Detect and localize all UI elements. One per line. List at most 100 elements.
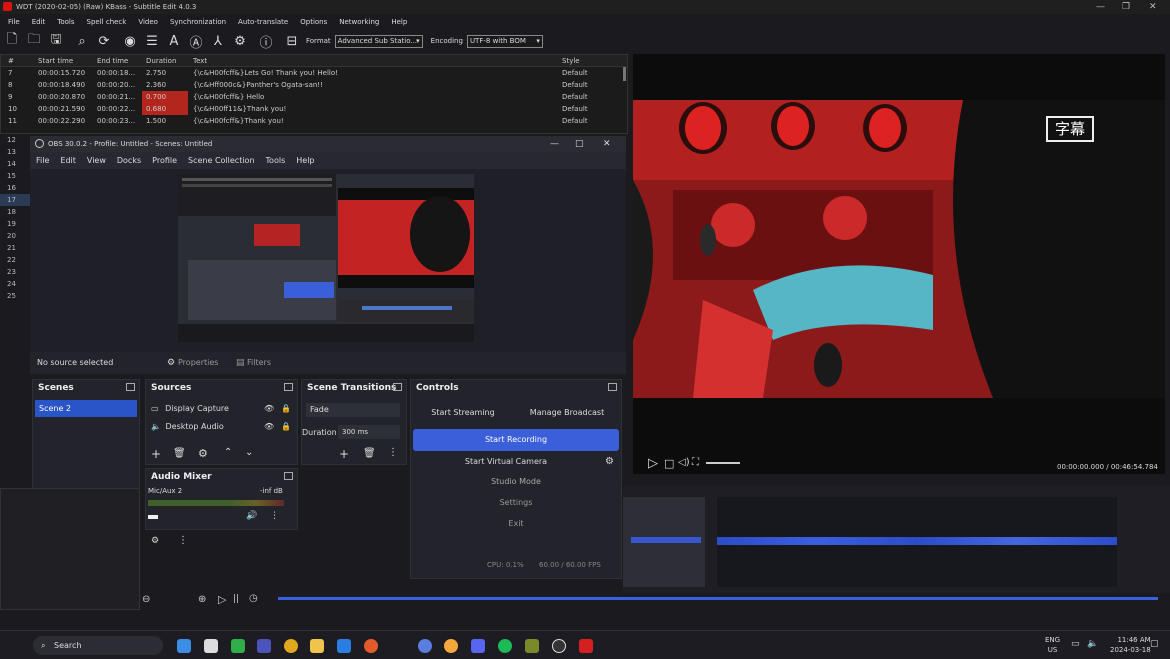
- menu-options[interactable]: Options: [300, 14, 327, 30]
- menu-file[interactable]: File: [8, 14, 20, 30]
- remove-text-icon[interactable]: ⅄: [208, 32, 228, 50]
- mute-icon[interactable]: 🔊: [246, 511, 257, 521]
- table-row[interactable]: 9 00:00:20.870 00:00:21... 0.700 {\c&H00…: [1, 91, 627, 103]
- discord-icon[interactable]: [471, 639, 485, 653]
- undock-icon[interactable]: [284, 383, 293, 391]
- app-icon[interactable]: [525, 639, 539, 653]
- studio-mode-button[interactable]: Studio Mode: [413, 473, 619, 491]
- obs-close-icon[interactable]: ✕: [603, 136, 611, 152]
- waveform-panel[interactable]: [623, 485, 1170, 593]
- stop-icon[interactable]: □: [664, 457, 674, 470]
- speaker-tray-icon[interactable]: 🔈: [1087, 639, 1098, 649]
- filters-button[interactable]: Filters: [247, 352, 271, 374]
- video-frame[interactable]: 字幕: [633, 100, 1165, 398]
- zoom-in-icon[interactable]: ⊕: [198, 594, 206, 605]
- settings-button[interactable]: Settings: [413, 494, 619, 512]
- undock-icon[interactable]: [284, 472, 293, 480]
- eye-icon[interactable]: 👁: [264, 404, 274, 413]
- obs-icon[interactable]: [552, 639, 566, 653]
- timeline-position-bar[interactable]: [278, 597, 1158, 600]
- obs-maximize-icon[interactable]: □: [575, 136, 584, 152]
- menu-help[interactable]: Help: [391, 14, 407, 30]
- menu-tools[interactable]: Tools: [57, 14, 74, 30]
- folder-icon[interactable]: [310, 639, 324, 653]
- spotify-icon[interactable]: [498, 639, 512, 653]
- fullscreen-icon[interactable]: ⛶: [692, 457, 699, 468]
- obs-menu-file[interactable]: File: [36, 152, 49, 169]
- translate-icon[interactable]: Ⓐ: [186, 32, 206, 51]
- source-item[interactable]: ▭ Display Capture 👁 🔒: [151, 404, 291, 413]
- menu-synchronization[interactable]: Synchronization: [170, 14, 226, 30]
- menu-video[interactable]: Video: [138, 14, 158, 30]
- undock-icon[interactable]: [393, 383, 402, 391]
- timeline-speed-icon[interactable]: ◷: [249, 593, 258, 604]
- eye-icon[interactable]: 👁: [264, 422, 274, 431]
- zoom-out-icon[interactable]: ⊖: [142, 594, 150, 605]
- play-icon[interactable]: ▷: [648, 456, 658, 471]
- table-row[interactable]: 8 00:00:18.490 00:00:20... 2.360 {\c&Hff…: [1, 79, 627, 91]
- find-icon[interactable]: ⌕: [72, 32, 92, 50]
- timeline-pause-icon[interactable]: ||: [233, 594, 239, 604]
- scene-item[interactable]: Scene 2: [35, 400, 137, 417]
- column-start-time[interactable]: Start time: [38, 57, 73, 65]
- obs-menu-scene-collection[interactable]: Scene Collection: [188, 152, 255, 169]
- new-file-icon[interactable]: 🗋: [2, 32, 22, 50]
- menu-edit[interactable]: Edit: [32, 14, 46, 30]
- volume-icon[interactable]: ◁): [678, 457, 690, 468]
- help-icon[interactable]: ⓘ: [256, 32, 276, 51]
- column-style[interactable]: Style: [562, 57, 580, 65]
- start-virtual-camera-button[interactable]: Start Virtual Camera: [413, 453, 599, 471]
- column-duration[interactable]: Duration: [146, 57, 176, 65]
- obs-menu-tools[interactable]: Tools: [266, 152, 286, 169]
- obs-minimize-icon[interactable]: —: [550, 136, 559, 152]
- mixer-more-icon[interactable]: ⋮: [178, 535, 188, 546]
- start-recording-button[interactable]: Start Recording: [413, 429, 619, 451]
- settings-icon[interactable]: ⚙: [230, 32, 250, 50]
- network-icon[interactable]: ▭: [1071, 639, 1080, 649]
- obs-menu-view[interactable]: View: [87, 152, 106, 169]
- remove-source-icon[interactable]: 🗑: [173, 448, 186, 459]
- chrome-canary-icon[interactable]: [444, 639, 458, 653]
- visual-sync-icon[interactable]: ◉: [120, 32, 140, 50]
- grid-scrollbar[interactable]: [623, 67, 626, 81]
- replace-icon[interactable]: ⟳: [94, 32, 114, 50]
- add-source-icon[interactable]: +: [151, 447, 161, 461]
- gear-icon[interactable]: ⚙: [167, 352, 175, 374]
- filter-icon[interactable]: ▤: [236, 352, 245, 374]
- add-transition-icon[interactable]: +: [339, 447, 349, 461]
- volume-fader[interactable]: [148, 515, 158, 519]
- table-row[interactable]: 11 00:00:22.290 00:00:23... 1.500 {\c&H0…: [1, 115, 627, 127]
- layout-icon[interactable]: ⊟: [282, 32, 302, 50]
- maximize-icon[interactable]: ❐: [1122, 0, 1130, 14]
- clock[interactable]: 11:46 AM 2024-03-18: [1110, 635, 1151, 655]
- transition-select[interactable]: Fade: [306, 403, 400, 417]
- obs-menu-docks[interactable]: Docks: [117, 152, 141, 169]
- teams-icon[interactable]: [257, 639, 271, 653]
- explorer-icon[interactable]: [204, 639, 218, 653]
- mixer-settings-icon[interactable]: ⚙: [151, 536, 159, 546]
- fix-errors-icon[interactable]: A: [164, 32, 184, 50]
- menu-auto-translate[interactable]: Auto-translate: [238, 14, 288, 30]
- taskbar-search[interactable]: ⌕ Search: [33, 636, 163, 655]
- exit-button[interactable]: Exit: [413, 515, 619, 533]
- open-folder-icon[interactable]: 🗀: [24, 32, 44, 50]
- start-streaming-button[interactable]: Start Streaming: [413, 404, 513, 422]
- minimize-icon[interactable]: —: [1096, 0, 1105, 14]
- undock-icon[interactable]: [608, 383, 617, 391]
- store-icon[interactable]: [337, 639, 351, 653]
- virtual-camera-settings-icon[interactable]: ⚙: [605, 456, 614, 467]
- subtitle-edit-icon[interactable]: [579, 639, 593, 653]
- source-item[interactable]: 🔈 Desktop Audio 👁 🔒: [151, 422, 291, 431]
- menu-networking[interactable]: Networking: [339, 14, 379, 30]
- notification-icon[interactable]: ▢: [1150, 639, 1159, 649]
- table-row[interactable]: 10 00:00:21.590 00:00:22... 0.680 {\c&H0…: [1, 103, 627, 115]
- volume-slider[interactable]: [706, 462, 740, 464]
- lock-icon[interactable]: 🔒: [281, 422, 291, 431]
- language-indicator[interactable]: ENG US: [1045, 635, 1060, 655]
- format-select[interactable]: Advanced Sub Statio...: [334, 34, 423, 48]
- obs-menu-profile[interactable]: Profile: [152, 152, 177, 169]
- widgets-icon[interactable]: [177, 639, 191, 653]
- manage-broadcast-button[interactable]: Manage Broadcast: [517, 404, 617, 422]
- app-icon[interactable]: [231, 639, 245, 653]
- timeline-play-icon[interactable]: ▷: [218, 593, 226, 606]
